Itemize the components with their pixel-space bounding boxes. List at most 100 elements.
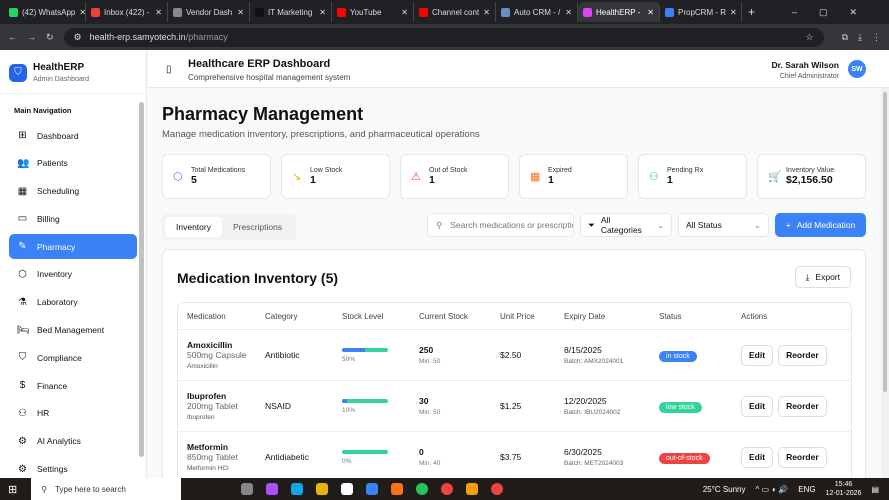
main-scrollbar[interactable] xyxy=(881,88,889,478)
category-select[interactable]: ⏷ All Categories ⌄ xyxy=(580,213,672,237)
tab-prescriptions[interactable]: Prescriptions xyxy=(222,217,293,237)
sidebar-toggle-icon[interactable]: ▯ xyxy=(166,64,172,75)
dashboard-icon: ⊞ xyxy=(18,130,27,141)
browser-tab-strip: (42) WhatsApp ✕ Inbox (422) - ✕ Vendor Dash ✕… xyxy=(0,0,889,24)
new-tab-icon[interactable]: + xyxy=(748,5,755,19)
user-name: Dr. Sarah Wilson xyxy=(771,60,839,70)
weather[interactable]: 25°C Sunny xyxy=(703,485,746,494)
sidebar-item-patients[interactable]: 👥 Patients xyxy=(9,151,137,176)
edit-button[interactable]: Edit xyxy=(741,446,774,468)
current-stock: 250 xyxy=(419,345,434,355)
page-subtitle: Manage medication inventory, prescriptio… xyxy=(162,129,480,140)
sidebar-item-inventory[interactable]: ⬡ Inventory xyxy=(9,262,137,287)
tab-label: IT Marketing xyxy=(268,7,313,17)
copilot-icon[interactable] xyxy=(266,483,279,495)
reorder-button[interactable]: Reorder xyxy=(778,344,827,366)
close-tab-icon[interactable]: ✕ xyxy=(483,8,490,17)
edge-icon[interactable] xyxy=(291,483,304,495)
stock-level-percent: 0% xyxy=(342,457,352,465)
close-tab-icon[interactable]: ✕ xyxy=(401,8,408,17)
close-tab-icon[interactable]: ✕ xyxy=(565,8,572,17)
compliance-icon: ⛉ xyxy=(18,352,27,364)
close-tab-icon[interactable]: ✕ xyxy=(647,8,654,17)
edit-button[interactable]: Edit xyxy=(741,344,774,366)
menu-icon[interactable]: ⋮ xyxy=(872,32,881,43)
browser-tab[interactable]: Vendor Dash ✕ xyxy=(168,2,250,22)
sidebar-item-hr[interactable]: ⚇ HR xyxy=(9,401,137,426)
chrome-icon[interactable] xyxy=(416,483,429,495)
forward-icon[interactable]: → xyxy=(27,32,36,42)
browser-tab[interactable]: IT Marketing ✕ xyxy=(250,2,332,22)
sidebar-item-billing[interactable]: ▭ Billing xyxy=(9,206,137,231)
medication-name[interactable]: Amoxicillin xyxy=(187,340,265,350)
notifications-icon[interactable]: ▤ xyxy=(871,485,879,494)
task-view-icon[interactable] xyxy=(241,483,254,495)
url-input[interactable]: ⚙ health-erp.samyotech.in/pharmacy ☆ xyxy=(63,27,824,47)
firefox-icon[interactable] xyxy=(391,483,404,495)
reorder-button[interactable]: Reorder xyxy=(778,395,827,417)
language[interactable]: ENG xyxy=(798,485,815,494)
reorder-button[interactable]: Reorder xyxy=(778,446,827,468)
extensions-icon[interactable]: ⧉ xyxy=(842,32,848,43)
reload-icon[interactable]: ↻ xyxy=(46,32,54,43)
settings-icon: ⚙ xyxy=(18,463,27,475)
browser-tab[interactable]: Auto CRM - / ✕ xyxy=(496,2,578,22)
sidebar-item-bed-management[interactable]: 🛏 Bed Management xyxy=(9,318,137,343)
close-tab-icon[interactable]: ✕ xyxy=(237,8,244,17)
taskbar-search[interactable]: ⚲ Type here to search xyxy=(31,478,182,500)
app-header: ▯ Healthcare ERP Dashboard Comprehensive… xyxy=(148,50,889,88)
close-tab-icon[interactable]: ✕ xyxy=(79,8,85,17)
sidebar-item-dashboard[interactable]: ⊞ Dashboard xyxy=(9,123,137,148)
sidebar-item-ai-analytics[interactable]: ⚙ AI Analytics xyxy=(9,429,137,454)
tab-inventory[interactable]: Inventory xyxy=(165,217,222,237)
status-select[interactable]: All Status ⌄ xyxy=(678,213,769,237)
file-explorer-icon[interactable] xyxy=(316,483,329,495)
user-role: Chief Administrator xyxy=(779,73,839,80)
download-icon[interactable]: ⤓ xyxy=(858,32,862,43)
user-info[interactable]: Dr. Sarah Wilson Chief Administrator xyxy=(772,60,839,80)
browser-tab[interactable]: PropCRM - R ✕ xyxy=(660,2,742,22)
sidebar-item-scheduling[interactable]: ▦ Scheduling xyxy=(9,179,137,204)
store-icon[interactable] xyxy=(341,483,354,495)
clock[interactable]: 15:46 12-01-2026 xyxy=(826,480,862,498)
tab-label: Channel cont xyxy=(432,7,480,17)
medication-name[interactable]: Metformin xyxy=(187,442,265,452)
table-row: Metformin 850mg Tablet Metformin HCl Antid… xyxy=(178,432,851,478)
bookmark-star-icon[interactable]: ☆ xyxy=(806,32,814,43)
chrome-profile-icon[interactable] xyxy=(441,483,454,495)
sidebar-item-compliance[interactable]: ⛉ Compliance xyxy=(9,345,137,370)
edit-button[interactable]: Edit xyxy=(741,395,774,417)
sidebar-item-label: Dashboard xyxy=(37,130,79,141)
avatar[interactable]: SW xyxy=(848,60,866,78)
browser-tab[interactable]: HealthERP - ✕ xyxy=(578,2,660,22)
tray-icons[interactable]: ^ ▭ ◖ 🔊 xyxy=(756,485,789,494)
export-button[interactable]: ⤓ Export xyxy=(794,266,851,288)
column-header: Actions xyxy=(741,311,768,321)
stat-icon: ⚇ xyxy=(649,171,659,183)
medication-name[interactable]: Ibuprofen xyxy=(187,391,265,401)
sublime-icon[interactable] xyxy=(466,483,479,495)
stat-card: ⚇ Pending Rx 1 xyxy=(638,154,747,199)
sidebar-item-pharmacy[interactable]: ✎ Pharmacy xyxy=(9,234,137,260)
taskbar-apps xyxy=(241,483,504,495)
browser-tab[interactable]: Channel cont ✕ xyxy=(414,2,496,22)
add-medication-button[interactable]: + Add Medication xyxy=(775,213,866,237)
chevron-down-icon: ⌄ xyxy=(753,219,761,230)
back-icon[interactable]: ← xyxy=(8,32,17,42)
sidebar-item-label: Finance xyxy=(37,380,68,391)
mail-icon[interactable] xyxy=(366,483,379,495)
window-controls[interactable]: –▢✕ xyxy=(792,7,879,18)
sidebar-item-laboratory[interactable]: ⚗ Laboratory xyxy=(9,290,137,315)
close-tab-icon[interactable]: ✕ xyxy=(730,8,737,17)
sidebar-scrollbar[interactable] xyxy=(139,102,144,457)
search-input[interactable]: ⚲ Search medications or prescriptions... xyxy=(427,213,574,237)
browser-tab[interactable]: Inbox (422) - ✕ xyxy=(86,2,168,22)
windows-start-icon[interactable]: ⊞ xyxy=(8,483,17,496)
chrome-profile-2-icon[interactable] xyxy=(491,483,504,495)
sidebar-item-finance[interactable]: $ Finance xyxy=(9,373,137,398)
close-tab-icon[interactable]: ✕ xyxy=(155,8,162,17)
close-tab-icon[interactable]: ✕ xyxy=(319,8,326,17)
browser-tab[interactable]: (42) WhatsApp ✕ xyxy=(4,2,86,22)
site-info-icon[interactable]: ⚙ xyxy=(74,32,82,43)
browser-tab[interactable]: YouTube ✕ xyxy=(332,2,414,22)
